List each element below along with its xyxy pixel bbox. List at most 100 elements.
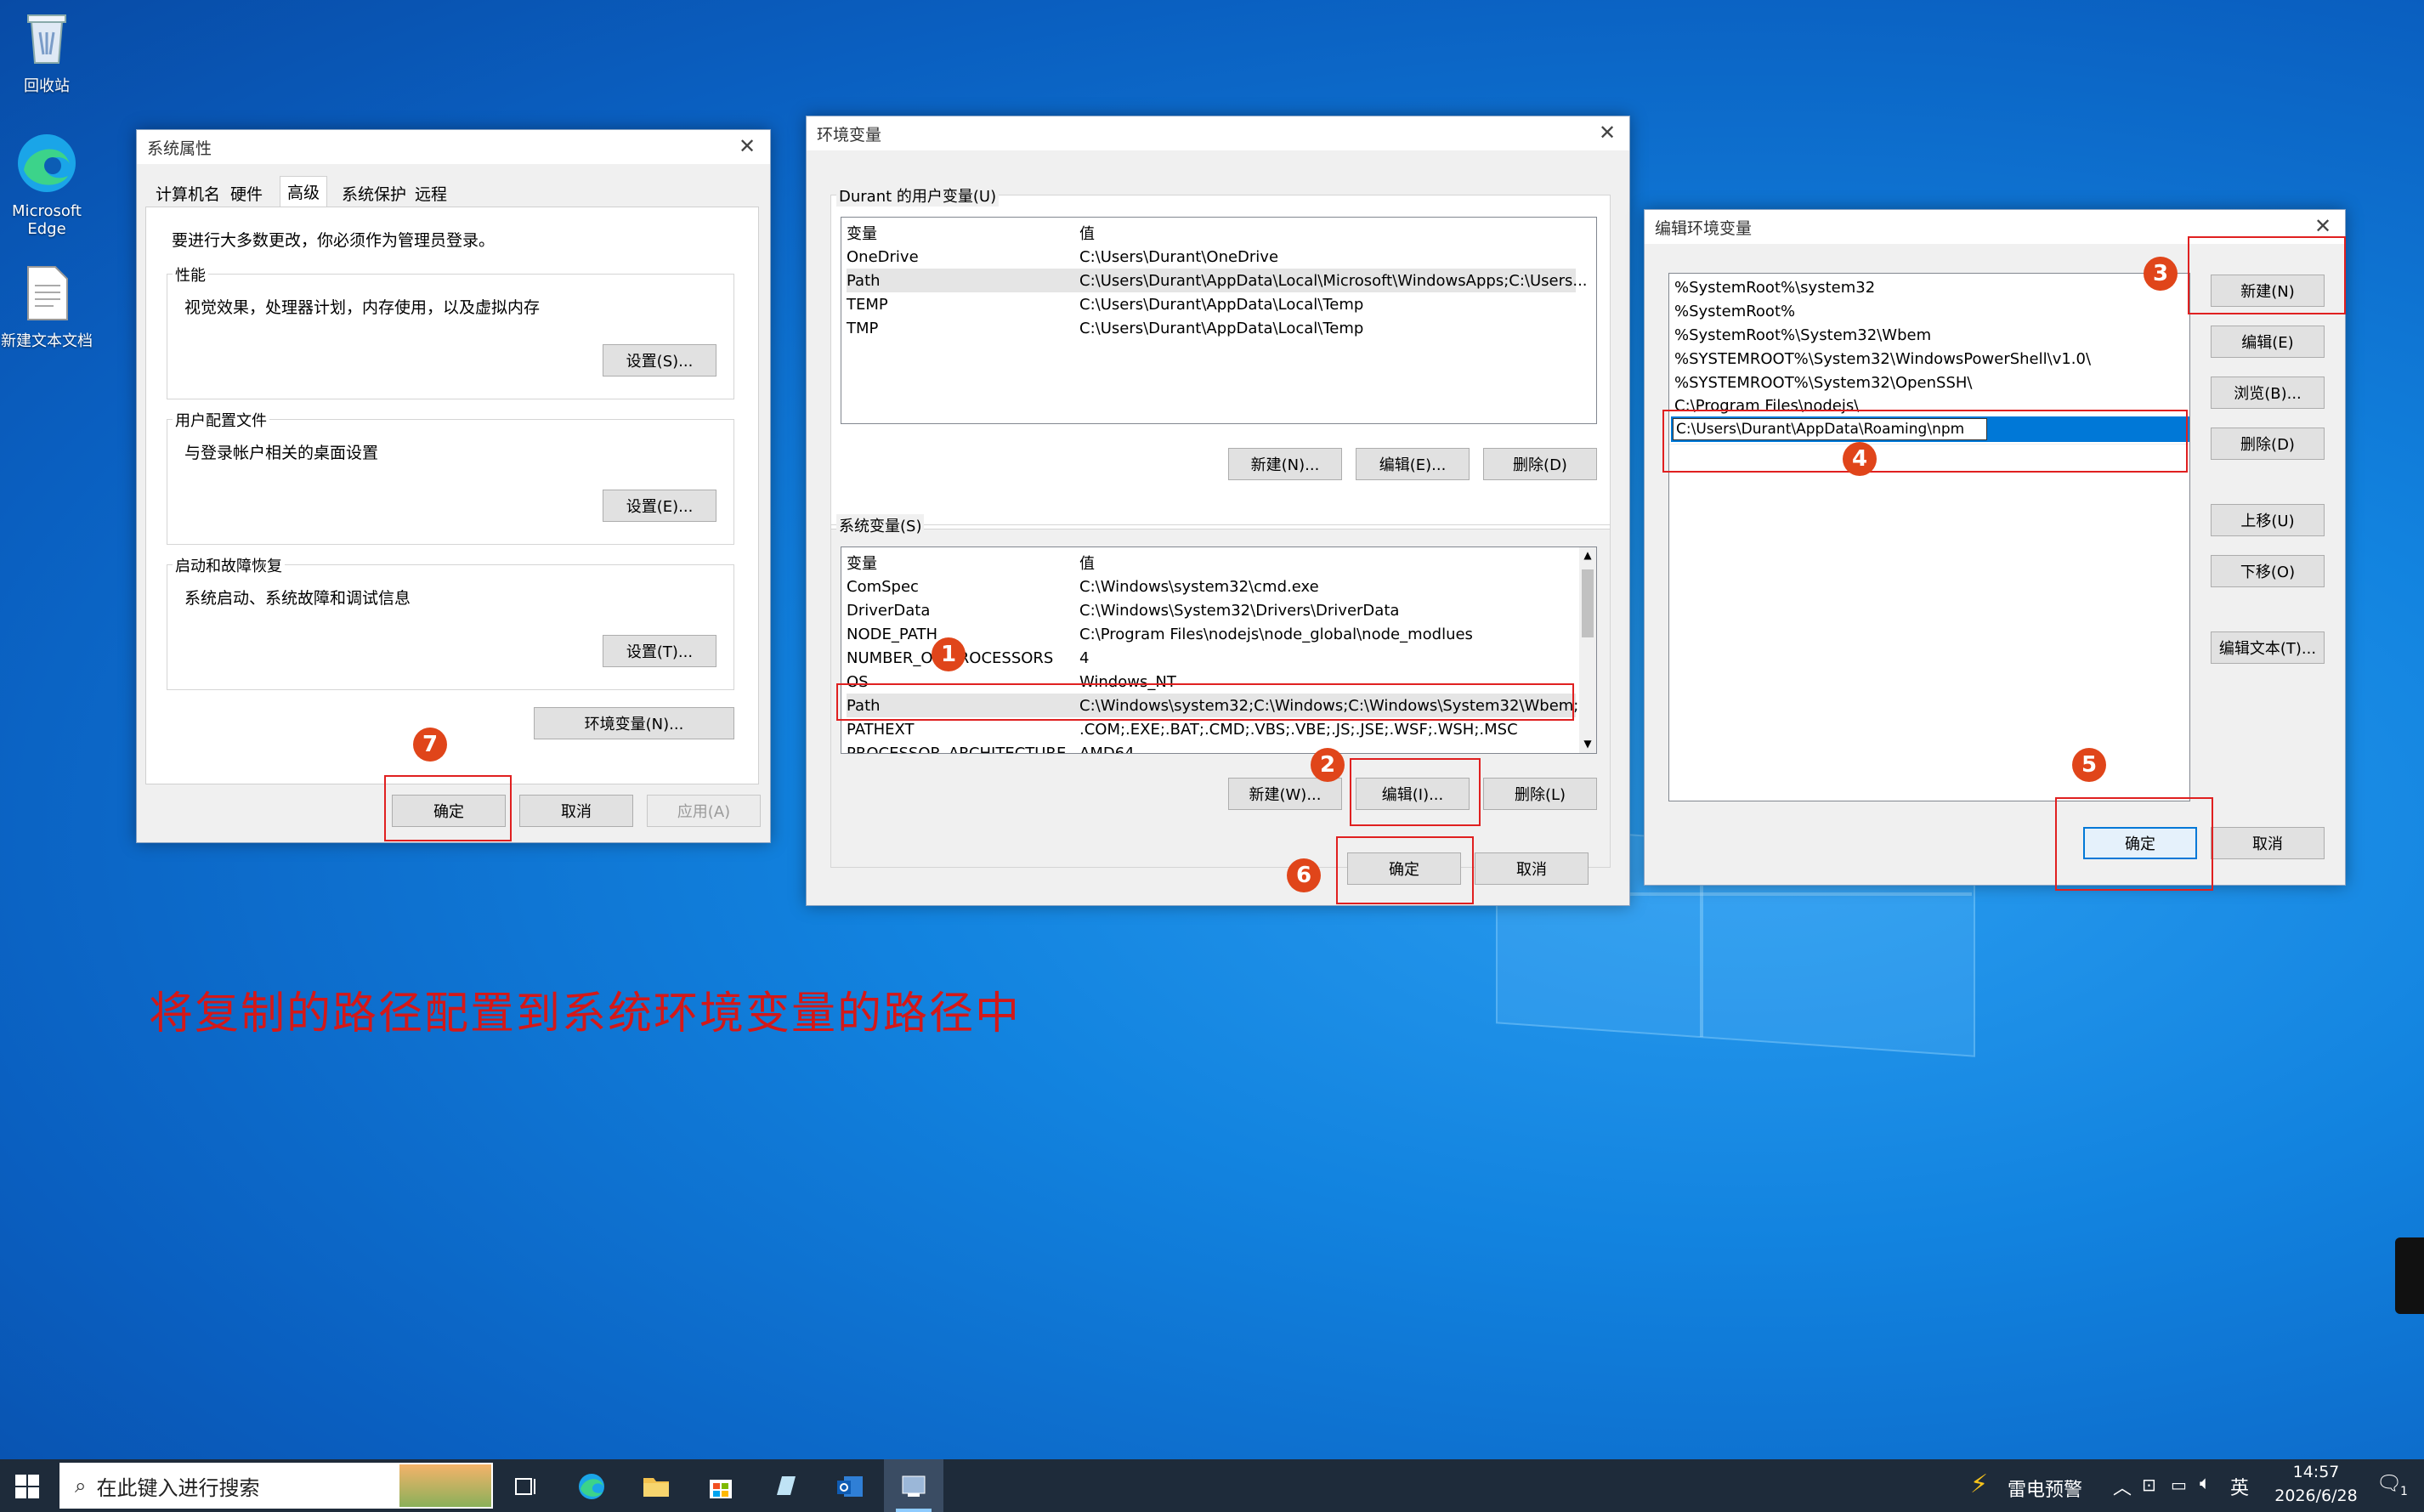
row-value: C:\Windows\system32\cmd.exe <box>1079 577 1319 596</box>
store-icon[interactable] <box>704 1470 738 1504</box>
row-value: C:\Users\Durant\AppData\Local\Temp <box>1079 295 1364 314</box>
side-widget[interactable] <box>2395 1237 2424 1314</box>
column-header-value[interactable]: 值 <box>1079 222 1095 244</box>
close-icon[interactable]: ✕ <box>1592 120 1623 145</box>
list-item[interactable]: %SystemRoot%\System32\Wbem <box>1674 323 1931 347</box>
chevron-up-icon[interactable]: ︿ <box>2113 1473 2132 1500</box>
desktop-icon-text-document[interactable]: 新建文本文档 <box>0 265 93 351</box>
outlook-icon[interactable] <box>833 1470 867 1504</box>
table-row[interactable]: OneDrive C:\Users\Durant\OneDrive <box>847 245 1576 269</box>
column-header-variable[interactable]: 变量 <box>847 222 877 244</box>
scrollbar-thumb[interactable] <box>1582 569 1594 637</box>
start-button[interactable] <box>10 1470 44 1504</box>
column-header-variable[interactable]: 变量 <box>847 552 877 574</box>
taskbar-search-box[interactable]: ⌕ 在此键入进行搜索 <box>59 1463 493 1509</box>
clock-time[interactable]: 14:57 <box>2269 1463 2363 1481</box>
security-icon[interactable]: ⊡ <box>2142 1475 2156 1495</box>
row-value: C:\Program Files\nodejs\node_global\node… <box>1079 625 1473 643</box>
row-variable: OneDrive <box>847 247 919 266</box>
step-badge-7: 7 <box>413 728 447 762</box>
row-value: .COM;.EXE;.BAT;.CMD;.VBS;.VBE;.JS;.JSE;.… <box>1079 720 1518 739</box>
move-down-button[interactable]: 下移(O) <box>2211 555 2325 587</box>
system-new-button[interactable]: 新建(W)... <box>1228 778 1342 810</box>
window-title: 系统属性 <box>137 130 770 164</box>
user-profile-description: 与登录帐户相关的桌面设置 <box>184 444 379 462</box>
desktop-icon-edge[interactable]: Microsoft Edge <box>0 132 93 238</box>
edge-icon[interactable] <box>575 1470 609 1504</box>
row-variable: NODE_PATH <box>847 625 938 643</box>
tab-system-protection[interactable]: 系统保护 <box>335 179 413 207</box>
user-delete-button[interactable]: 删除(D) <box>1483 448 1597 480</box>
desktop-icon-recycle-bin[interactable]: 回收站 <box>0 7 93 96</box>
user-edit-button[interactable]: 编辑(E)... <box>1356 448 1470 480</box>
delete-button[interactable]: 删除(D) <box>2211 428 2325 460</box>
scroll-down-icon[interactable]: ▼ <box>1581 738 1594 751</box>
window-title: 环境变量 <box>807 116 1629 150</box>
apply-button[interactable]: 应用(A) <box>647 795 761 827</box>
notification-icon[interactable]: 🗨︎ <box>2376 1471 2402 1495</box>
window-title-text: 系统属性 <box>147 139 212 158</box>
column-header-value[interactable]: 值 <box>1079 552 1095 574</box>
list-item[interactable]: %SystemRoot%\system32 <box>1674 275 1875 299</box>
step-badge-3: 3 <box>2144 257 2178 291</box>
annotation-box-7 <box>384 775 512 841</box>
close-icon[interactable]: ✕ <box>2308 213 2338 239</box>
desktop-icon-label: Microsoft Edge <box>12 202 82 238</box>
system-settings-app-icon[interactable] <box>897 1470 931 1504</box>
table-row[interactable]: PROCESSOR_ARCHITECTURE AMD64 <box>847 741 1576 754</box>
table-row[interactable]: TEMP C:\Users\Durant\AppData\Local\Temp <box>847 292 1576 316</box>
performance-group: 性能 视觉效果，处理器计划，内存使用，以及虚拟内存 设置(S)... <box>167 263 734 399</box>
table-row[interactable]: PATHEXT .COM;.EXE;.BAT;.CMD;.VBS;.VBE;.JS… <box>847 717 1576 741</box>
task-view-icon[interactable] <box>510 1470 544 1504</box>
edge-icon <box>0 132 93 199</box>
row-variable: PROCESSOR_ARCHITECTURE <box>847 744 1067 754</box>
tab-panel-advanced: 要进行大多数更改，你必须作为管理员登录。 性能 视觉效果，处理器计划，内存使用，… <box>145 207 759 784</box>
tab-hardware[interactable]: 硬件 <box>224 179 269 207</box>
clock-date[interactable]: 2026/6/28 <box>2263 1487 2370 1505</box>
lightning-icon[interactable]: ⚡ <box>1970 1470 1988 1499</box>
table-row[interactable]: ComSpec C:\Windows\system32\cmd.exe <box>847 575 1576 598</box>
move-up-button[interactable]: 上移(U) <box>2211 504 2325 536</box>
notepad-app-icon[interactable] <box>768 1470 802 1504</box>
row-variable: TEMP <box>847 295 888 314</box>
network-icon[interactable]: ▭ <box>2171 1475 2187 1495</box>
edit-text-button[interactable]: 编辑文本(T)... <box>2211 631 2325 664</box>
input-method-indicator[interactable]: 英 <box>2230 1473 2249 1500</box>
close-icon[interactable]: ✕ <box>732 133 762 159</box>
window-title-text: 环境变量 <box>817 125 882 144</box>
tab-remote[interactable]: 远程 <box>408 179 454 207</box>
performance-description: 视觉效果，处理器计划，内存使用，以及虚拟内存 <box>184 298 541 317</box>
cancel-button[interactable]: 取消 <box>1475 852 1589 885</box>
table-row[interactable]: DriverData C:\Windows\System32\Drivers\Dr… <box>847 598 1576 622</box>
user-variables-label: Durant 的用户变量(U) <box>836 184 1000 207</box>
edit-button[interactable]: 编辑(E) <box>2211 326 2325 358</box>
system-delete-button[interactable]: 删除(L) <box>1483 778 1597 810</box>
vertical-scrollbar[interactable]: ▲ ▼ <box>1579 547 1596 753</box>
cancel-button[interactable]: 取消 <box>519 795 633 827</box>
user-variables-list[interactable]: 变量 值 OneDrive C:\Users\Durant\OneDrive Pa… <box>841 217 1597 424</box>
list-item[interactable]: %SYSTEMROOT%\System32\OpenSSH\ <box>1674 371 1972 394</box>
row-value: C:\Users\Durant\AppData\Local\Microsoft\… <box>1079 271 1588 290</box>
weather-alert[interactable]: 雷电预警 <box>2008 1475 2082 1502</box>
scroll-up-icon[interactable]: ▲ <box>1581 549 1594 563</box>
table-row[interactable]: TMP C:\Users\Durant\AppData\Local\Temp <box>847 316 1576 340</box>
annotation-box-6 <box>1336 836 1474 904</box>
performance-settings-button[interactable]: 设置(S)... <box>603 344 716 377</box>
tab-computer-name[interactable]: 计算机名 <box>149 179 227 207</box>
tab-advanced[interactable]: 高级 <box>280 176 328 207</box>
file-explorer-icon[interactable] <box>639 1470 673 1504</box>
environment-variables-window: 环境变量 ✕ Durant 的用户变量(U) 变量 值 OneDrive C:\U… <box>806 116 1630 906</box>
annotation-box-1 <box>836 683 1574 721</box>
table-row[interactable]: Path C:\Users\Durant\AppData\Local\Micros… <box>847 269 1588 292</box>
path-entries-list[interactable]: %SystemRoot%\system32 %SystemRoot% %Syst… <box>1668 273 2190 801</box>
user-profile-settings-button[interactable]: 设置(E)... <box>603 490 716 522</box>
list-item[interactable]: %SystemRoot% <box>1674 299 1795 323</box>
user-new-button[interactable]: 新建(N)... <box>1228 448 1342 480</box>
cancel-button[interactable]: 取消 <box>2211 827 2325 859</box>
system-properties-window: 系统属性 ✕ 计算机名 硬件 高级 系统保护 远程 要进行大多数更改，你必须作为… <box>136 129 771 843</box>
volume-icon[interactable]: 🔈︎ <box>2200 1473 2211 1494</box>
startup-recovery-settings-button[interactable]: 设置(T)... <box>603 635 716 667</box>
list-item[interactable]: %SYSTEMROOT%\System32\WindowsPowerShell\… <box>1674 347 2091 371</box>
environment-variables-button[interactable]: 环境变量(N)... <box>534 707 734 739</box>
browse-button[interactable]: 浏览(B)... <box>2211 377 2325 409</box>
